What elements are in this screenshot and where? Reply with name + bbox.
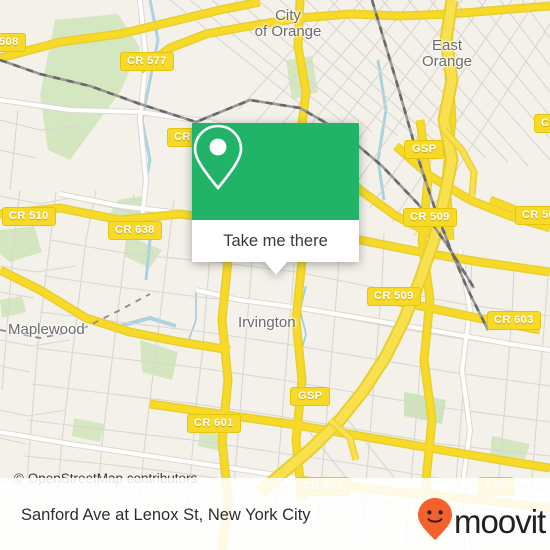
route-shield[interactable]: CR 638 bbox=[108, 221, 162, 240]
popup-tail bbox=[264, 262, 287, 275]
footer-bar: Sanford Ave at Lenox St, New York City m… bbox=[0, 478, 550, 550]
popup-image-area bbox=[192, 123, 359, 220]
route-shield[interactable]: 508 bbox=[0, 33, 26, 52]
route-shield[interactable]: CR 509 bbox=[367, 287, 421, 306]
route-shield[interactable]: GSP bbox=[290, 387, 331, 406]
map-marker-popup[interactable]: Take me there bbox=[192, 123, 359, 275]
route-shield[interactable]: CR 577 bbox=[120, 52, 174, 71]
moovit-pin-icon bbox=[418, 498, 452, 545]
map-canvas[interactable]: City of Orange East Orange Maplewood Irvin… bbox=[0, 0, 550, 550]
route-shield[interactable]: CR 601 bbox=[187, 414, 241, 433]
moovit-wordmark: moovit bbox=[454, 502, 546, 540]
moovit-logo[interactable]: moovit bbox=[418, 498, 546, 545]
route-shield[interactable]: CR 510 bbox=[2, 207, 56, 226]
route-shield[interactable]: CR 509 bbox=[403, 208, 457, 227]
route-shield[interactable]: GSP bbox=[404, 140, 445, 159]
screenshot-root: City of Orange East Orange Maplewood Irvin… bbox=[0, 0, 550, 550]
location-title: Sanford Ave at Lenox St, New York City bbox=[21, 506, 311, 524]
map-vector-layer bbox=[0, 0, 550, 550]
route-shield[interactable]: CR 603 bbox=[487, 311, 541, 330]
route-shield[interactable]: CR bbox=[534, 114, 550, 133]
route-shield[interactable]: CR 509 bbox=[515, 206, 550, 225]
take-me-there-button[interactable]: Take me there bbox=[192, 220, 359, 262]
take-me-there-label: Take me there bbox=[223, 231, 328, 250]
